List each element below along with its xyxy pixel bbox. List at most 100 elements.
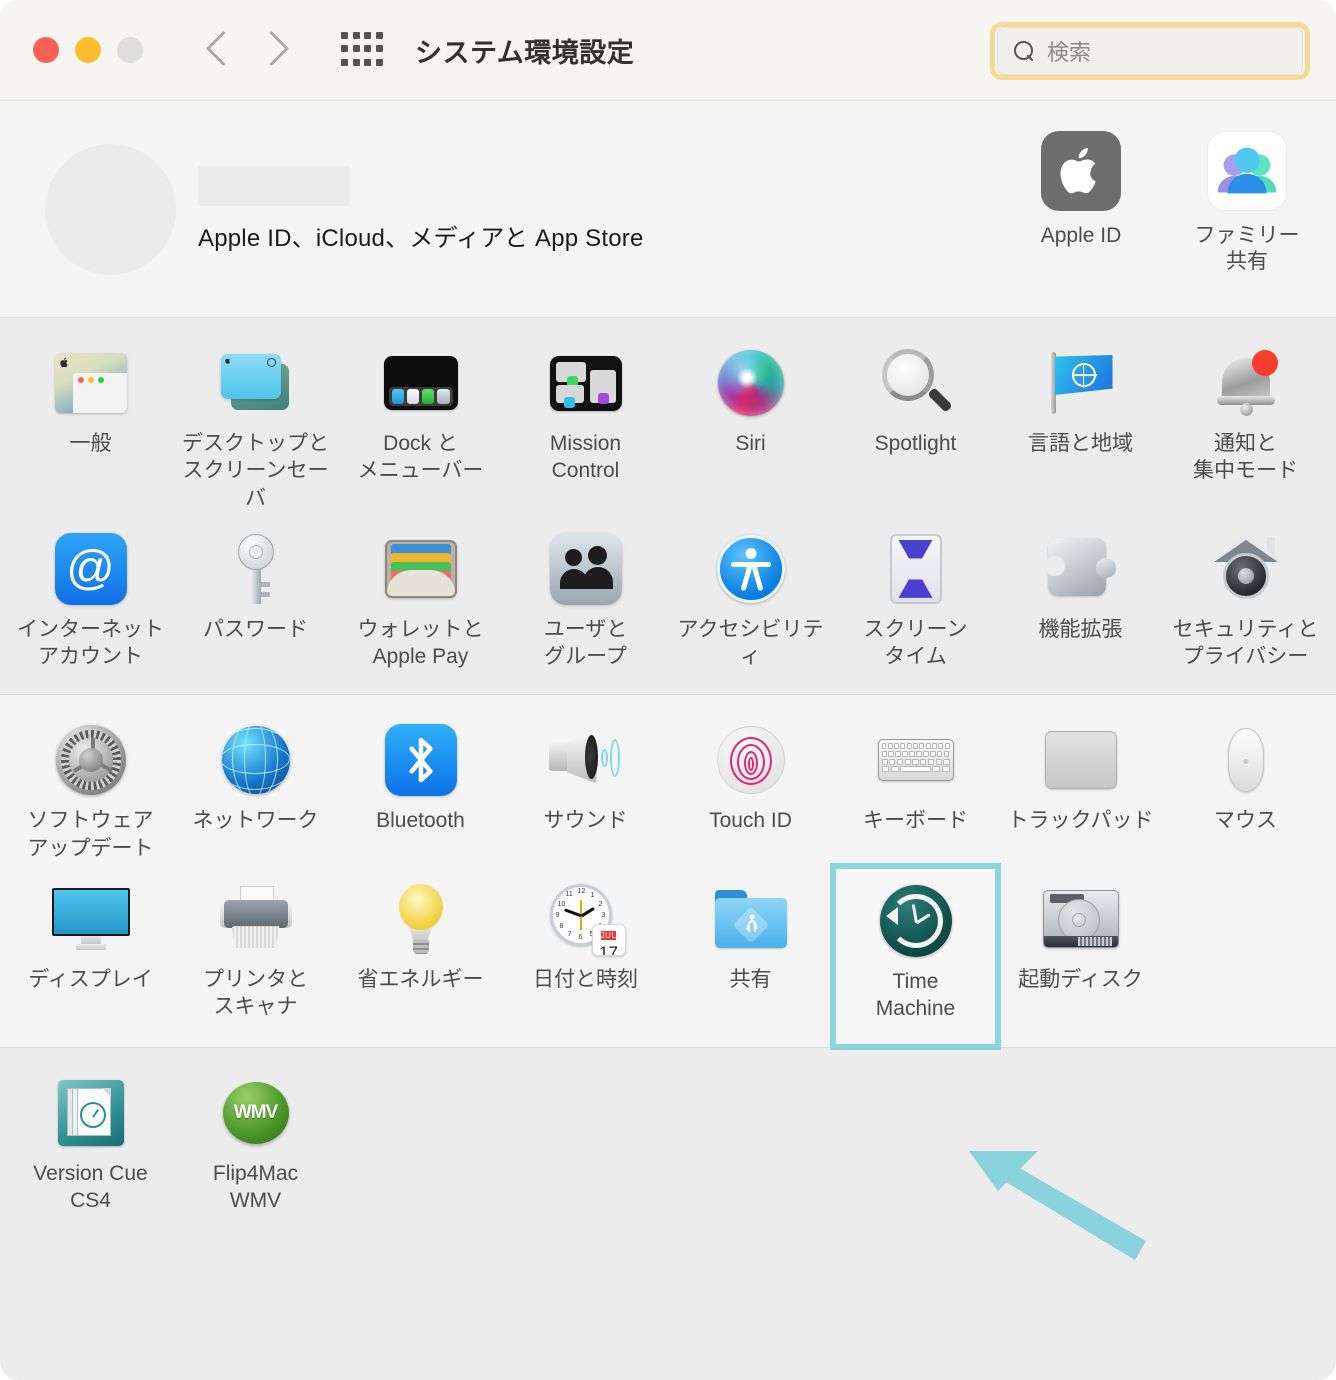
pref-energy-saver[interactable]: 省エネルギー xyxy=(338,876,503,1037)
pref-displays[interactable]: ディスプレイ xyxy=(8,876,173,1037)
display-icon xyxy=(51,888,130,951)
label-line1: Version Cue xyxy=(33,1161,148,1185)
label-line2: 集中モード xyxy=(1193,459,1298,483)
pref-bluetooth[interactable]: Bluetooth xyxy=(338,717,503,876)
label-line1: サウンド xyxy=(543,809,628,833)
label-line2: アカウント xyxy=(38,645,143,669)
network-icon xyxy=(221,726,290,795)
pref-screen-time[interactable]: スクリーン タイム xyxy=(833,526,998,685)
pref-keyboard-iconbox xyxy=(835,723,996,797)
pref-apple-id-label: Apple ID xyxy=(1040,224,1122,247)
pref-trackpad[interactable]: トラックパッド xyxy=(998,717,1163,876)
pref-empty-slot xyxy=(503,1070,668,1229)
wmv-badge-text: WMV xyxy=(233,1101,278,1123)
pref-time-machine-iconbox xyxy=(835,884,996,958)
pref-flip4mac-wmv-label: Flip4Mac WMV xyxy=(175,1160,336,1215)
pref-network[interactable]: ネットワーク xyxy=(173,717,338,876)
pref-spotlight-label: Spotlight xyxy=(835,430,996,457)
pref-users-groups-iconbox xyxy=(505,532,666,606)
label-line1: アクセシビリティ xyxy=(677,617,824,669)
pref-mouse-label: マウス xyxy=(1165,807,1326,834)
pref-apple-id[interactable]: Apple ID xyxy=(1016,131,1146,276)
pref-touch-id-label: Touch ID xyxy=(670,807,831,834)
traffic-light-buttons xyxy=(33,37,143,63)
show-all-grid-icon[interactable] xyxy=(341,32,383,68)
pref-security-privacy-label: セキュリティと プライバシー xyxy=(1165,616,1326,671)
siri-icon xyxy=(717,350,784,416)
preferences-group-hardware: ソフトウェア アップデート ネットワーク Bluetooth サウンド Touc… xyxy=(0,695,1336,1050)
date-time-icon: 12 1 2 3 4 5 6 7 8 9 10 11 xyxy=(549,884,626,957)
touch-id-icon xyxy=(716,726,785,795)
search-input[interactable]: 検索 xyxy=(997,27,1303,75)
pref-family-sharing[interactable]: ファミリー 共有 xyxy=(1182,131,1312,276)
pref-energy-saver-label: 省エネルギー xyxy=(340,966,501,993)
search-field-container[interactable]: 検索 xyxy=(990,22,1310,80)
close-button[interactable] xyxy=(33,37,59,63)
calendar-day: 17 xyxy=(599,943,618,957)
passwords-key-icon xyxy=(232,533,280,604)
pref-startup-disk[interactable]: 起動ディスク xyxy=(998,876,1163,1037)
language-region-icon xyxy=(1046,352,1116,414)
pref-mission-control[interactable]: Mission Control xyxy=(503,340,668,526)
pref-touch-id[interactable]: Touch ID xyxy=(668,717,833,876)
pref-version-cue-cs4[interactable]: Version Cue CS4 xyxy=(8,1070,173,1229)
pref-flip4mac-wmv[interactable]: WMV Flip4Mac WMV xyxy=(173,1070,338,1229)
pref-internet-accounts[interactable]: @ インターネット アカウント xyxy=(8,526,173,685)
pref-siri[interactable]: Siri xyxy=(668,340,833,526)
pref-security-privacy[interactable]: セキュリティと プライバシー xyxy=(1163,526,1328,685)
pref-network-label: ネットワーク xyxy=(175,807,336,834)
label-line1: インターネット xyxy=(17,617,164,641)
pref-spotlight[interactable]: Spotlight xyxy=(833,340,998,526)
time-machine-icon xyxy=(879,885,952,958)
pref-passwords[interactable]: パスワード xyxy=(173,526,338,685)
preferences-group-third-party: Version Cue CS4 WMV Flip4Mac WMV xyxy=(0,1047,1336,1239)
pref-passwords-label: パスワード xyxy=(175,616,336,643)
search-icon xyxy=(1014,40,1035,62)
pref-extensions-iconbox xyxy=(1000,532,1161,606)
label-line1: パスワード xyxy=(203,617,308,641)
pref-language-region[interactable]: 言語と地域 xyxy=(998,340,1163,526)
pref-notifications-focus[interactable]: 通知と 集中モード xyxy=(1163,340,1328,526)
pref-time-machine-label: Time Machine xyxy=(835,968,996,1023)
pref-dock-menubar-label: Dock と メニューバー xyxy=(340,430,501,485)
pref-sharing[interactable]: 共有 xyxy=(668,876,833,1037)
pref-startup-disk-iconbox xyxy=(1000,882,1161,956)
pref-accessibility[interactable]: アクセシビリティ xyxy=(668,526,833,685)
pref-keyboard[interactable]: キーボード xyxy=(833,717,998,876)
pref-dock-iconbox xyxy=(340,346,501,420)
security-privacy-icon xyxy=(1210,534,1281,603)
wallet-icon xyxy=(384,539,457,598)
label-line2: メニューバー xyxy=(357,459,484,483)
pref-wallet-apple-pay-label: ウォレットと Apple Pay xyxy=(340,616,501,671)
pref-language-iconbox xyxy=(1000,346,1161,420)
pref-general[interactable]: 一般 xyxy=(8,340,173,526)
pref-wallet-apple-pay[interactable]: ウォレットと Apple Pay xyxy=(338,526,503,685)
label-line2: Control xyxy=(551,459,620,483)
mouse-icon xyxy=(1227,728,1264,793)
pref-empty-slot xyxy=(1163,876,1328,1037)
pref-dock-menubar[interactable]: Dock と メニューバー xyxy=(338,340,503,526)
pref-date-time[interactable]: 12 1 2 3 4 5 6 7 8 9 10 11 xyxy=(503,876,668,1037)
apple-id-banner[interactable]: Apple ID、iCloud、メディアと App Store Apple ID xyxy=(0,101,1336,318)
pref-extensions-label: 機能拡張 xyxy=(1000,616,1161,643)
pref-printers-scanners[interactable]: プリンタと スキャナ xyxy=(173,876,338,1037)
minimize-button[interactable] xyxy=(75,37,101,63)
apple-logo-icon xyxy=(1041,131,1121,211)
pref-users-groups[interactable]: ユーザと グループ xyxy=(503,526,668,685)
pref-version-cue-cs4-label: Version Cue CS4 xyxy=(10,1160,171,1215)
pref-sound[interactable]: サウンド xyxy=(503,717,668,876)
back-chevron-icon[interactable] xyxy=(203,27,233,73)
forward-chevron-icon[interactable] xyxy=(259,27,289,73)
pref-software-update-iconbox xyxy=(10,723,171,797)
pref-displays-iconbox xyxy=(10,882,171,956)
pref-time-machine[interactable]: Time Machine xyxy=(830,863,1001,1050)
accessibility-icon xyxy=(716,534,785,603)
pref-extensions[interactable]: 機能拡張 xyxy=(998,526,1163,685)
pref-general-label: 一般 xyxy=(10,430,171,457)
label-line2: Apple Pay xyxy=(372,645,469,669)
pref-software-update[interactable]: ソフトウェア アップデート xyxy=(8,717,173,876)
zoom-button[interactable] xyxy=(117,37,143,63)
pref-empty-slot xyxy=(1163,1070,1328,1229)
pref-desktop-screensaver[interactable]: デスクトップと スクリーンセーバ xyxy=(173,340,338,526)
pref-mouse[interactable]: マウス xyxy=(1163,717,1328,876)
